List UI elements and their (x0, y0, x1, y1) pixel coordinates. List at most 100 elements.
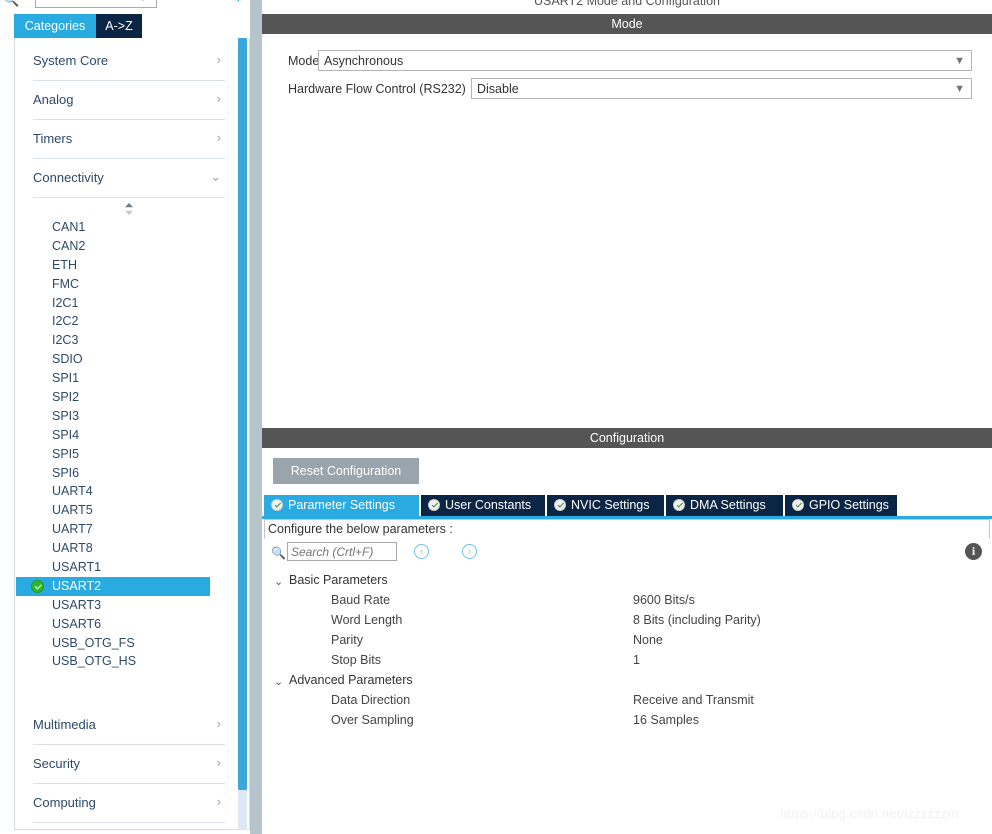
parameter-group-basic-parameters[interactable]: ⌄ Basic Parameters (262, 572, 992, 592)
peripheral-item-fmc[interactable]: FMC (16, 275, 224, 294)
parameter-value[interactable]: Receive and Transmit (633, 693, 754, 707)
parameter-row[interactable]: Word Length 8 Bits (including Parity) (262, 612, 992, 632)
peripheral-label: UART4 (52, 484, 93, 499)
chevron-down-icon: ⌄ (274, 576, 284, 588)
peripheral-label: CAN1 (52, 220, 86, 234)
parameter-row[interactable]: Over Sampling 16 Samples (262, 712, 992, 732)
parameter-name: Over Sampling (331, 713, 414, 727)
check-icon (428, 499, 440, 511)
reset-configuration-button[interactable]: Reset Configuration (273, 458, 419, 484)
peripheral-item-eth[interactable]: ETH (16, 256, 224, 275)
page-title: USART2 Mode and Configuration (534, 0, 720, 8)
peripheral-item-i2c3[interactable]: I2C3 (16, 331, 224, 350)
parameter-value[interactable]: 16 Samples (633, 713, 699, 727)
peripheral-item-uart5[interactable]: UART5 (16, 501, 224, 520)
chevron-down-icon[interactable]: ▼ (139, 0, 147, 3)
info-icon[interactable]: i (965, 543, 982, 560)
peripheral-item-uart7[interactable]: UART7 (16, 520, 224, 539)
divider (33, 822, 225, 823)
peripheral-item-usart2[interactable]: USART2 (16, 576, 210, 596)
tab-label: GPIO Settings (809, 498, 889, 512)
parameter-name: Data Direction (331, 693, 411, 707)
parameter-row[interactable]: Stop Bits 1 (262, 652, 992, 672)
left-scrollbar-track[interactable] (238, 790, 247, 830)
category-label: Computing (33, 795, 96, 810)
divider (33, 197, 225, 198)
peripheral-label: UART8 (52, 541, 93, 556)
top-search-row: 🔍 ▼ ⚙ (0, 0, 250, 14)
parameter-value[interactable]: 1 (633, 653, 640, 667)
tab-a-to-z[interactable]: A->Z (96, 14, 142, 38)
parameter-tree: ⌄ Basic Parameters Baud Rate 9600 Bits/s Wor… (262, 572, 992, 732)
gear-icon[interactable]: ⚙ (232, 0, 245, 3)
list-scroll-spinner[interactable] (122, 202, 136, 216)
search-input[interactable] (287, 542, 397, 561)
hardware-flow-control-select[interactable]: Disable ▼ (471, 78, 972, 99)
category-system-core[interactable]: System Core › (23, 43, 225, 81)
parameter-group-advanced-parameters[interactable]: ⌄ Advanced Parameters (262, 672, 992, 692)
parameter-row[interactable]: Data Direction Receive and Transmit (262, 692, 992, 712)
tab-parameter-settings[interactable]: Parameter Settings (264, 495, 419, 516)
peripheral-label: SPI1 (52, 371, 80, 386)
peripheral-label: UART7 (52, 522, 93, 537)
peripheral-item-spi5[interactable]: SPI5 (16, 445, 224, 464)
peripheral-label: SPI6 (52, 465, 80, 480)
peripheral-item-usb_otg_fs[interactable]: USB_OTG_FS (16, 634, 224, 653)
tab-nvic-settings[interactable]: NVIC Settings (547, 495, 664, 516)
peripheral-list: CAN1 CAN2 ETH FMC I2C1 I2C2 I2C3 SDIO SPI1 SPI2 SP… (16, 218, 224, 671)
parameter-name: Baud Rate (331, 593, 391, 607)
category-computing[interactable]: Computing › (23, 785, 225, 823)
peripheral-item-usart3[interactable]: USART3 (16, 596, 224, 615)
mode-section-header: Mode (262, 14, 992, 34)
tab-gpio-settings[interactable]: GPIO Settings (785, 495, 897, 516)
previous-match-button[interactable]: ‹ (414, 544, 429, 559)
category-timers[interactable]: Timers › (23, 121, 225, 159)
peripheral-item-can2[interactable]: CAN2 (16, 237, 224, 256)
peripheral-item-spi1[interactable]: SPI1 (16, 369, 224, 388)
left-scrollbar-thumb[interactable] (238, 38, 247, 790)
next-match-button[interactable]: › (462, 544, 477, 559)
parameter-row[interactable]: Baud Rate 9600 Bits/s (262, 592, 992, 612)
peripheral-item-i2c2[interactable]: I2C2 (16, 312, 224, 331)
divider (33, 119, 225, 120)
peripheral-label: UART5 (52, 503, 93, 518)
peripheral-item-uart8[interactable]: UART8 (16, 539, 224, 558)
parameter-value[interactable]: None (633, 633, 663, 647)
parameter-value[interactable]: 9600 Bits/s (633, 593, 695, 607)
peripheral-item-can1[interactable]: CAN1 (16, 218, 224, 237)
peripheral-item-usart1[interactable]: USART1 (16, 558, 224, 577)
configuration-section-body: Reset Configuration Parameter Settings Us… (262, 448, 992, 834)
mode-select[interactable]: Asynchronous ▼ (318, 50, 972, 71)
peripheral-item-spi4[interactable]: SPI4 (16, 426, 224, 445)
tab-categories[interactable]: Categories (14, 14, 96, 38)
category-connectivity[interactable]: Connectivity ⌄ (23, 160, 225, 198)
parameter-name: Stop Bits (331, 653, 382, 667)
parameter-value[interactable]: 8 Bits (including Parity) (633, 613, 761, 627)
parameter-row[interactable]: Parity None (262, 632, 992, 652)
chevron-down-icon: ▼ (954, 83, 965, 95)
category-label: Analog (33, 92, 74, 107)
peripheral-item-spi3[interactable]: SPI3 (16, 407, 224, 426)
peripheral-item-uart4[interactable]: UART4 (16, 482, 224, 501)
mode-select-value: Asynchronous (324, 54, 404, 68)
peripheral-label: I2C2 (52, 314, 79, 329)
peripheral-item-usb_otg_hs[interactable]: USB_OTG_HS (16, 652, 224, 671)
peripheral-label: SDIO (52, 352, 83, 367)
peripheral-item-spi2[interactable]: SPI2 (16, 388, 224, 407)
chevron-right-icon: › (216, 755, 221, 770)
mode-and-configuration-panel: USART2 Mode and Configuration Mode Mode … (262, 0, 992, 834)
category-analog[interactable]: Analog › (23, 82, 225, 120)
parameter-group-label: Advanced Parameters (289, 673, 413, 687)
category-multimedia[interactable]: Multimedia › (23, 707, 225, 745)
peripheral-label: SPI5 (52, 446, 80, 461)
peripheral-label: SPI4 (52, 427, 80, 442)
peripheral-item-i2c1[interactable]: I2C1 (16, 294, 224, 313)
tab-user-constants[interactable]: User Constants (421, 495, 545, 516)
mode-label: Mode (288, 54, 320, 68)
category-security[interactable]: Security › (23, 746, 225, 784)
chevron-down-icon: ⌄ (274, 676, 284, 688)
peripheral-item-spi6[interactable]: SPI6 (16, 464, 224, 483)
peripheral-item-usart6[interactable]: USART6 (16, 615, 224, 634)
tab-dma-settings[interactable]: DMA Settings (666, 495, 783, 516)
peripheral-item-sdio[interactable]: SDIO (16, 350, 224, 369)
